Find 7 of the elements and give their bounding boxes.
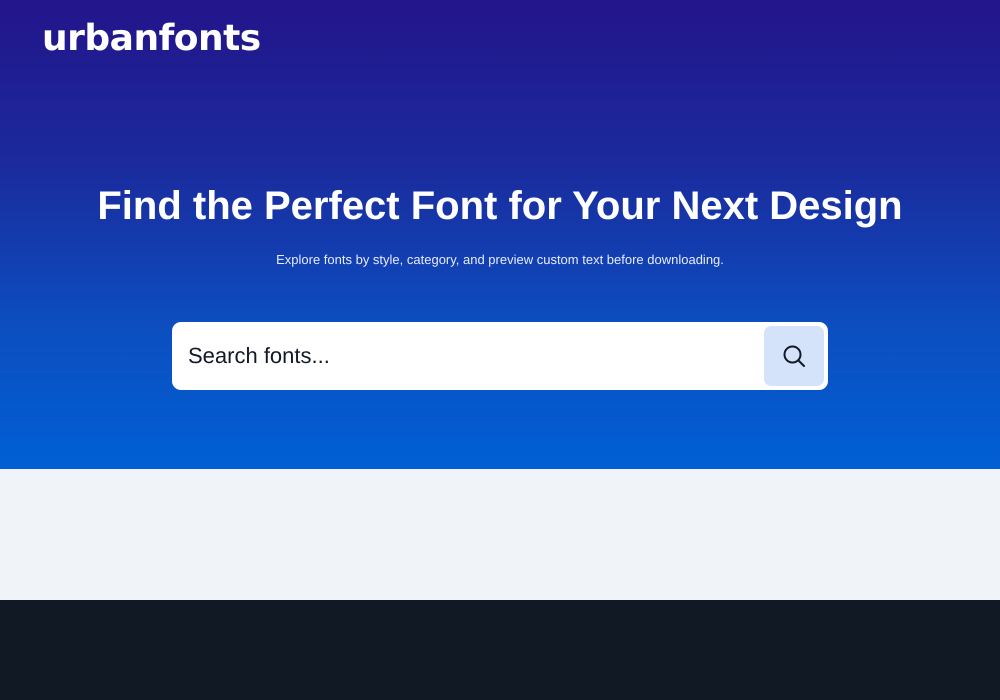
search-icon bbox=[783, 345, 805, 367]
site-logo[interactable]: urbanfonts bbox=[42, 20, 261, 58]
search-bar[interactable]: Search fonts... bbox=[172, 322, 828, 390]
search-field[interactable]: Search fonts... bbox=[176, 326, 764, 386]
search-button[interactable] bbox=[764, 326, 824, 386]
hero-title: Find the Perfect Font for Your Next Design bbox=[97, 183, 903, 230]
hero-subtitle: Explore fonts by style, category, and preview custom text before downloading. bbox=[276, 251, 724, 269]
